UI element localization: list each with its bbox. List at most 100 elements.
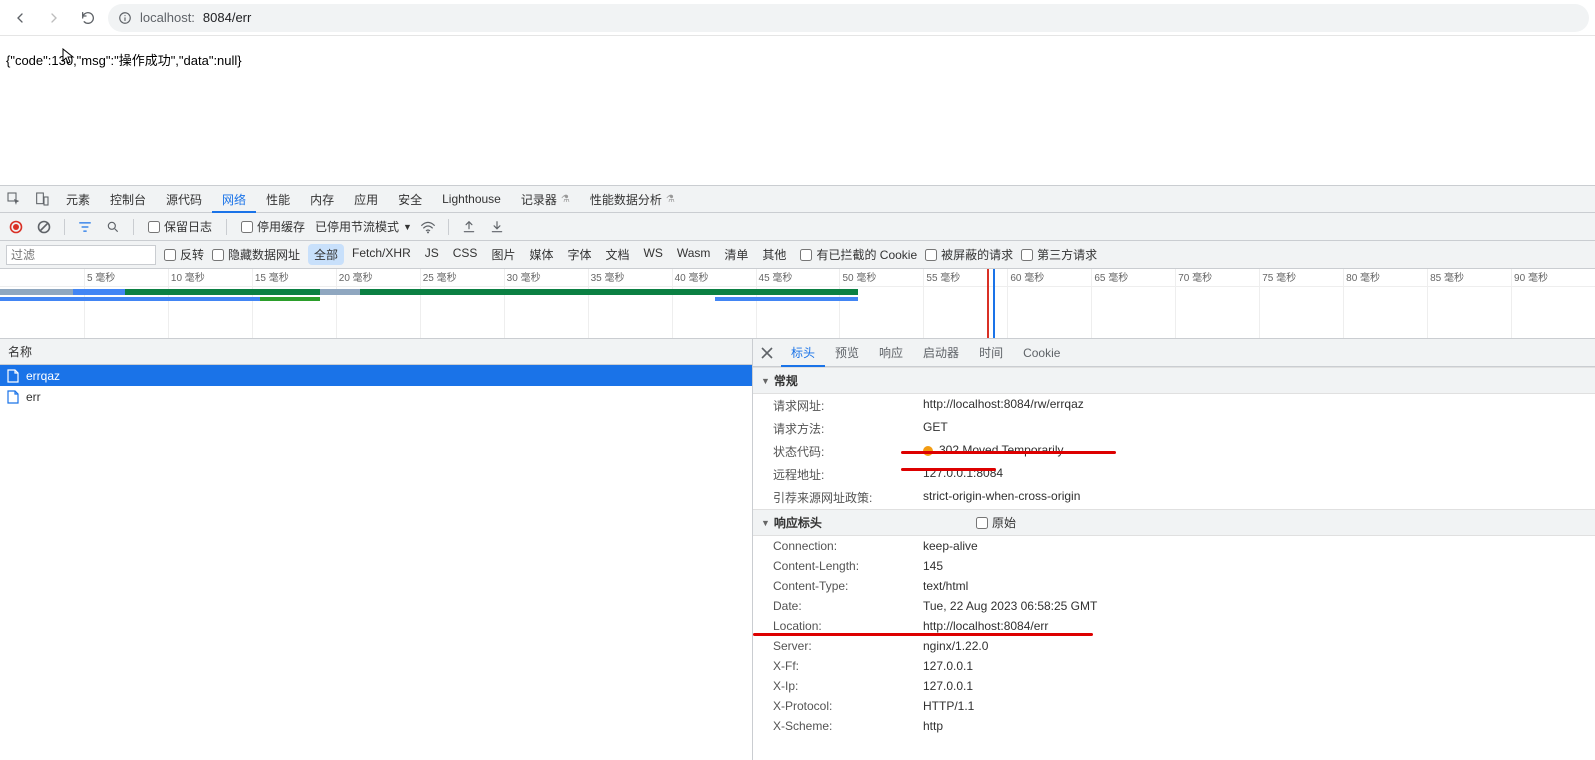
kv-row: 远程地址:127.0.0.1:8084 bbox=[753, 463, 1595, 486]
forward-button[interactable] bbox=[40, 4, 68, 32]
devtools-tab[interactable]: 控制台 bbox=[100, 186, 156, 212]
timeline-tick: 65 毫秒 bbox=[1091, 269, 1128, 339]
detail-tab[interactable]: Cookie bbox=[1013, 339, 1070, 366]
response-headers-section-header[interactable]: ▼ 响应标头 原始 bbox=[753, 509, 1595, 536]
preserve-log-checkbox[interactable]: 保留日志 bbox=[142, 218, 218, 235]
timeline-tick: 75 毫秒 bbox=[1259, 269, 1296, 339]
kv-row: X-Ip:127.0.0.1 bbox=[753, 676, 1595, 696]
wifi-icon[interactable] bbox=[416, 215, 440, 239]
download-icon[interactable] bbox=[485, 215, 509, 239]
timeline-tick: 35 毫秒 bbox=[588, 269, 625, 339]
filter-type-chip[interactable]: WS bbox=[638, 244, 669, 265]
invert-checkbox[interactable]: 反转 bbox=[164, 246, 204, 263]
filter-type-chip[interactable]: Wasm bbox=[671, 244, 717, 265]
devtools-tab[interactable]: 内存 bbox=[300, 186, 344, 212]
reload-button[interactable] bbox=[74, 4, 102, 32]
filter-type-chip[interactable]: 文档 bbox=[599, 244, 635, 265]
kv-key: 请求方法: bbox=[773, 420, 923, 437]
filter-type-chip[interactable]: CSS bbox=[447, 244, 484, 265]
devtools-tab[interactable]: 网络 bbox=[212, 186, 256, 212]
kv-row: 状态代码:302 Moved Temporarily bbox=[753, 440, 1595, 463]
raw-checkbox[interactable]: 原始 bbox=[976, 514, 1016, 531]
detail-tab[interactable]: 响应 bbox=[869, 339, 913, 366]
caret-down-icon: ▼ bbox=[761, 518, 770, 528]
devtools-tab[interactable]: 安全 bbox=[388, 186, 432, 212]
devtools-tab[interactable]: Lighthouse bbox=[432, 186, 511, 212]
third-party-checkbox[interactable]: 第三方请求 bbox=[1021, 246, 1097, 263]
filter-type-chip[interactable]: 清单 bbox=[718, 244, 754, 265]
kv-row: Connection:keep-alive bbox=[753, 536, 1595, 556]
back-button[interactable] bbox=[6, 4, 34, 32]
kv-row: X-Ff:127.0.0.1 bbox=[753, 656, 1595, 676]
filter-icon[interactable] bbox=[73, 215, 97, 239]
kv-value: http://localhost:8084/rw/errqaz bbox=[923, 397, 1595, 414]
devtools: 元素控制台源代码网络性能内存应用安全Lighthouse记录器⚗性能数据分析⚗ … bbox=[0, 185, 1595, 760]
close-detail-button[interactable] bbox=[753, 339, 781, 366]
record-button[interactable] bbox=[4, 215, 28, 239]
kv-value: strict-origin-when-cross-origin bbox=[923, 489, 1595, 506]
info-icon bbox=[118, 11, 132, 25]
search-icon[interactable] bbox=[101, 215, 125, 239]
devtools-tab[interactable]: 源代码 bbox=[156, 186, 212, 212]
kv-row: Date:Tue, 22 Aug 2023 06:58:25 GMT bbox=[753, 596, 1595, 616]
filter-type-chip[interactable]: 媒体 bbox=[523, 244, 559, 265]
kv-value: 127.0.0.1 bbox=[923, 679, 1595, 693]
timeline-tick: 90 毫秒 bbox=[1511, 269, 1548, 339]
kv-key: Content-Length: bbox=[773, 559, 923, 573]
request-list-pane: 名称 errqazerr bbox=[0, 339, 753, 760]
kv-row: 引荐来源网址政策:strict-origin-when-cross-origin bbox=[753, 486, 1595, 509]
flask-icon: ⚗ bbox=[561, 194, 570, 205]
request-row[interactable]: err bbox=[0, 386, 752, 407]
filter-type-chip[interactable]: Fetch/XHR bbox=[346, 244, 417, 265]
filter-type-chip[interactable]: 其他 bbox=[756, 244, 792, 265]
devtools-tab[interactable]: 记录器⚗ bbox=[511, 186, 580, 212]
detail-tab[interactable]: 标头 bbox=[781, 339, 825, 366]
kv-value: http bbox=[923, 719, 1595, 733]
kv-row: Content-Type:text/html bbox=[753, 576, 1595, 596]
inspect-icon[interactable] bbox=[0, 186, 28, 212]
kv-key: X-Ff: bbox=[773, 659, 923, 673]
url-bar[interactable]: localhost:8084/err bbox=[108, 4, 1589, 32]
filter-input[interactable] bbox=[6, 245, 156, 265]
kv-key: Connection: bbox=[773, 539, 923, 553]
blocked-requests-checkbox[interactable]: 被屏蔽的请求 bbox=[925, 246, 1013, 263]
device-icon[interactable] bbox=[28, 186, 56, 212]
disable-cache-checkbox[interactable]: 停用缓存 bbox=[235, 218, 311, 235]
kv-value: 145 bbox=[923, 559, 1595, 573]
devtools-tab[interactable]: 应用 bbox=[344, 186, 388, 212]
throttling-select[interactable]: 已停用节流模式▼ bbox=[315, 218, 412, 235]
filter-type-chip[interactable]: 字体 bbox=[561, 244, 597, 265]
filter-type-chip[interactable]: 全部 bbox=[308, 244, 344, 265]
timeline-tick: 30 毫秒 bbox=[504, 269, 541, 339]
timeline[interactable]: 5 毫秒10 毫秒15 毫秒20 毫秒25 毫秒30 毫秒35 毫秒40 毫秒4… bbox=[0, 269, 1595, 339]
kv-key: 请求网址: bbox=[773, 397, 923, 414]
kv-key: 引荐来源网址政策: bbox=[773, 489, 923, 506]
timeline-tick: 55 毫秒 bbox=[923, 269, 960, 339]
detail-tab[interactable]: 时间 bbox=[969, 339, 1013, 366]
file-icon bbox=[6, 369, 20, 383]
clear-button[interactable] bbox=[32, 215, 56, 239]
devtools-tab[interactable]: 性能 bbox=[256, 186, 300, 212]
request-row[interactable]: errqaz bbox=[0, 365, 752, 386]
kv-value: GET bbox=[923, 420, 1595, 437]
filter-type-chip[interactable]: JS bbox=[419, 244, 445, 265]
kv-key: X-Protocol: bbox=[773, 699, 923, 713]
hide-data-urls-checkbox[interactable]: 隐藏数据网址 bbox=[212, 246, 300, 263]
kv-value: http://localhost:8084/err bbox=[923, 619, 1595, 633]
flask-icon: ⚗ bbox=[666, 194, 675, 205]
list-header-name[interactable]: 名称 bbox=[0, 339, 752, 365]
detail-tab[interactable]: 预览 bbox=[825, 339, 869, 366]
upload-icon[interactable] bbox=[457, 215, 481, 239]
filter-type-chip[interactable]: 图片 bbox=[485, 244, 521, 265]
devtools-tab[interactable]: 性能数据分析⚗ bbox=[580, 186, 685, 212]
blocked-cookies-checkbox[interactable]: 有已拦截的 Cookie bbox=[800, 246, 917, 263]
detail-tab[interactable]: 启动器 bbox=[913, 339, 969, 366]
kv-key: X-Scheme: bbox=[773, 719, 923, 733]
timeline-tick: 50 毫秒 bbox=[839, 269, 876, 339]
timeline-tick: 5 毫秒 bbox=[84, 269, 115, 339]
kv-row: 请求方法:GET bbox=[753, 417, 1595, 440]
detail-pane: 标头预览响应启动器时间Cookie ▼ 常规 请求网址:http://local… bbox=[753, 339, 1595, 760]
devtools-tab[interactable]: 元素 bbox=[56, 186, 100, 212]
general-section-header[interactable]: ▼ 常规 bbox=[753, 367, 1595, 394]
timeline-tick: 20 毫秒 bbox=[336, 269, 373, 339]
